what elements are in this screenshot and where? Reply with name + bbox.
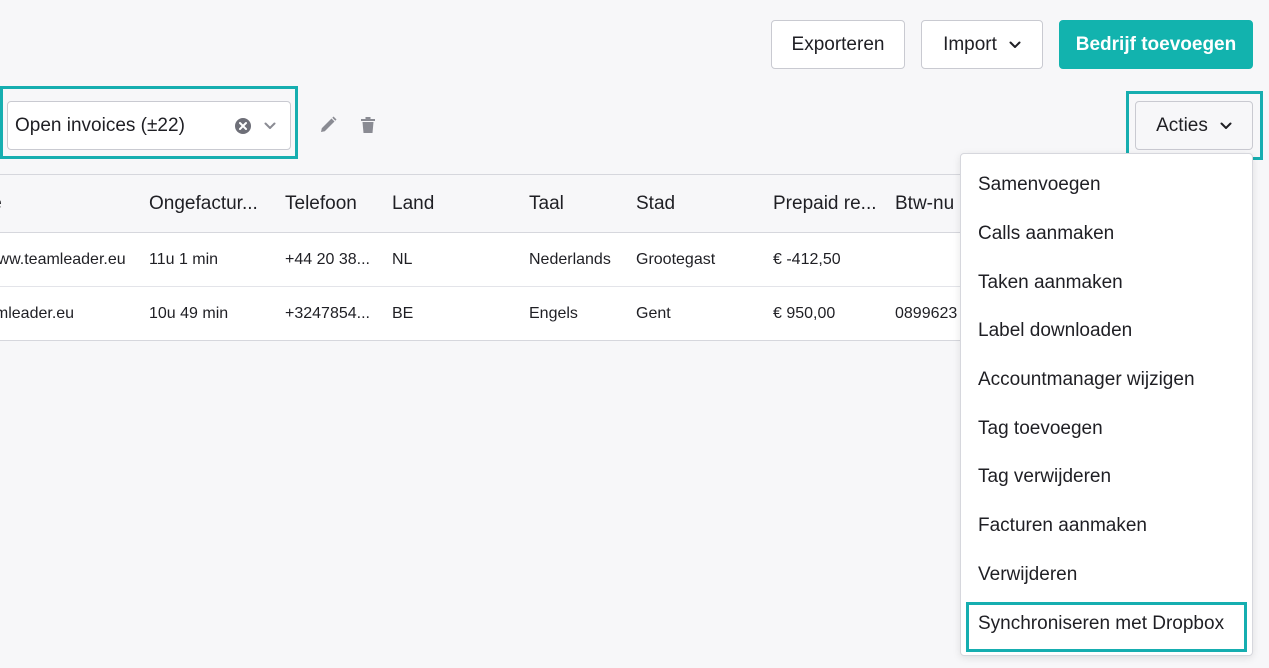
table-row[interactable]: amleader.eu 10u 49 min +3247854... BE En… (0, 287, 1100, 340)
chevron-down-icon[interactable] (264, 122, 276, 130)
table-cell: Engels (529, 304, 578, 322)
table-header-row: te Ongefactur... Telefoon Land Taal Stad… (0, 175, 1100, 233)
add-company-button-label: Bedrijf toevoegen (1075, 33, 1237, 55)
menu-item-sync-dropbox[interactable]: Synchroniseren met Dropbox (961, 599, 1252, 652)
filter-select-value: Open invoices (±22) (15, 114, 185, 136)
add-company-button[interactable]: Bedrijf toevoegen (1059, 20, 1253, 69)
table-cell: 10u 49 min (149, 304, 229, 322)
trash-icon[interactable] (359, 116, 377, 134)
table-cell: Grootegast (636, 250, 716, 268)
menu-item-add-tag[interactable]: Tag toevoegen (961, 404, 1252, 453)
import-button-label: Import (943, 33, 997, 55)
table-row[interactable]: www.teamleader.eu 11u 1 min +44 20 38...… (0, 233, 1100, 287)
actions-button-label: Acties (1156, 114, 1208, 136)
companies-table: te Ongefactur... Telefoon Land Taal Stad… (0, 174, 1100, 341)
menu-item-create-invoices[interactable]: Facturen aanmaken (961, 502, 1252, 551)
clear-icon[interactable] (234, 117, 252, 135)
menu-item-create-tasks[interactable]: Taken aanmaken (961, 258, 1252, 307)
table-cell: NL (392, 250, 413, 268)
table-cell: BE (392, 304, 414, 322)
menu-item-remove-tag[interactable]: Tag verwijderen (961, 453, 1252, 502)
export-button[interactable]: Exporteren (771, 20, 905, 69)
menu-item-merge[interactable]: Samenvoegen (961, 161, 1252, 210)
export-button-label: Exporteren (791, 33, 885, 55)
table-cell: 11u 1 min (149, 250, 219, 268)
pencil-icon[interactable] (319, 116, 337, 134)
column-header[interactable]: Stad (636, 175, 756, 232)
table-cell: amleader.eu (0, 304, 75, 322)
page: Exporteren Import Bedrijf toevoegen Open… (0, 0, 1269, 668)
chevron-down-icon (1009, 41, 1021, 49)
column-header[interactable]: te (0, 175, 142, 232)
actions-menu: Samenvoegen Calls aanmaken Taken aanmake… (960, 153, 1253, 656)
table-cell: € -412,50 (773, 250, 841, 268)
table-cell: Nederlands (529, 250, 611, 268)
filter-select[interactable]: Open invoices (±22) (7, 101, 291, 150)
column-header[interactable]: Taal (529, 175, 629, 232)
table-cell: € 950,00 (773, 304, 836, 322)
column-header[interactable]: Prepaid re... (773, 175, 885, 232)
column-header[interactable]: Ongefactur... (149, 175, 273, 232)
selected-item-highlight (966, 602, 1247, 652)
column-header[interactable]: Land (392, 175, 512, 232)
chevron-down-icon (1220, 122, 1232, 130)
menu-item-change-account-manager[interactable]: Accountmanager wijzigen (961, 356, 1252, 405)
menu-item-delete[interactable]: Verwijderen (961, 551, 1252, 600)
actions-button[interactable]: Acties (1135, 101, 1253, 150)
import-button[interactable]: Import (921, 20, 1043, 69)
menu-item-create-calls[interactable]: Calls aanmaken (961, 210, 1252, 259)
table-cell: +44 20 38... (285, 250, 370, 268)
table-cell: +3247854... (285, 304, 370, 322)
table-cell: www.teamleader.eu (0, 250, 126, 268)
column-header[interactable]: Telefoon (285, 175, 383, 232)
menu-item-download-label[interactable]: Label downloaden (961, 307, 1252, 356)
table-cell: Gent (636, 304, 671, 322)
